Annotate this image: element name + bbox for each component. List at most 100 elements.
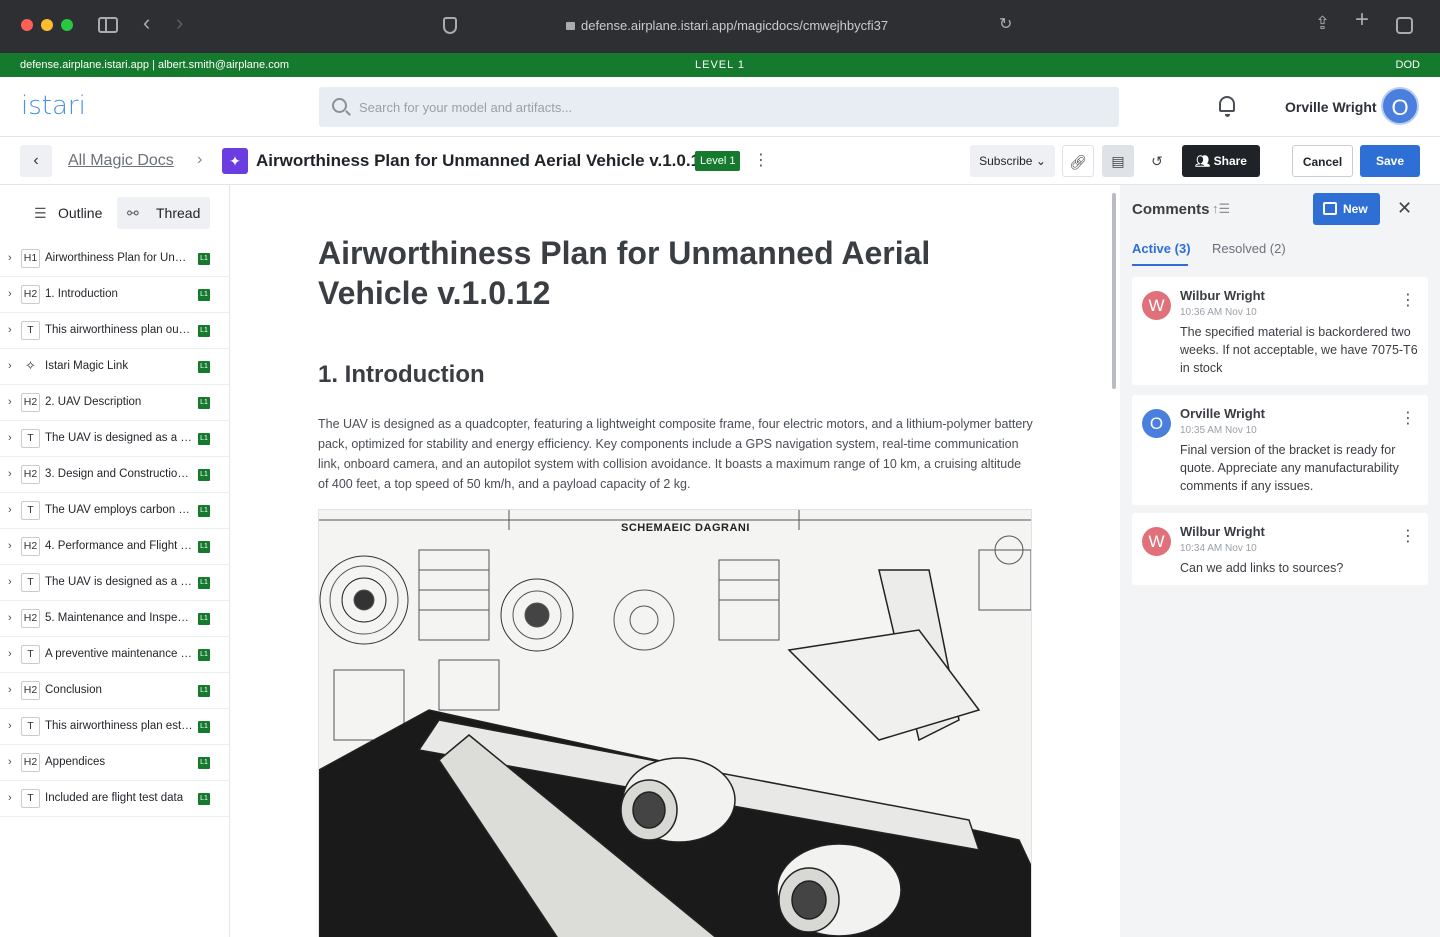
- close-icon[interactable]: ✕: [1397, 198, 1412, 219]
- comment-more-icon[interactable]: ⋮: [1400, 293, 1416, 309]
- outline-item[interactable]: › H2 3. Design and Construction Standards L…: [0, 457, 229, 493]
- chevron-right-icon[interactable]: ›: [8, 468, 12, 480]
- close-window-button[interactable]: [21, 19, 33, 31]
- comment-card[interactable]: O Orville Wright 10:35 AM Nov 10 Final vers…: [1132, 395, 1428, 505]
- copy-link-button[interactable]: 🔗︎: [1062, 145, 1094, 177]
- outline-item[interactable]: › ✧ Istari Magic Link L1: [0, 349, 229, 385]
- sidebar-toggle-icon[interactable]: [98, 17, 118, 33]
- shield-icon[interactable]: [443, 17, 457, 34]
- chevron-right-icon[interactable]: ›: [8, 288, 12, 300]
- chevron-right-icon[interactable]: ›: [8, 684, 12, 696]
- share-icon[interactable]: ⇪: [1315, 14, 1330, 32]
- outline-item[interactable]: › H2 1. Introduction L1: [0, 277, 229, 313]
- comment-more-icon[interactable]: ⋮: [1400, 411, 1416, 427]
- subscribe-dropdown[interactable]: Subscribe ⌄: [970, 145, 1055, 177]
- comment-card[interactable]: W Wilbur Wright 10:34 AM Nov 10 Can we add …: [1132, 513, 1428, 585]
- outline-item[interactable]: › T The UAV employs carbon fiber L1: [0, 493, 229, 529]
- chevron-right-icon[interactable]: ›: [8, 792, 12, 804]
- chevron-right-icon[interactable]: ›: [8, 324, 12, 336]
- istari-logo[interactable]: istari: [21, 91, 86, 121]
- search-bar[interactable]: [319, 87, 1119, 127]
- chevron-right-icon[interactable]: ›: [8, 504, 12, 516]
- sort-icon[interactable]: ↑☰: [1212, 201, 1230, 217]
- minimize-window-button[interactable]: [41, 19, 53, 31]
- outline-item[interactable]: › T The UAV is designed as a quadcopter L1: [0, 421, 229, 457]
- outline-item[interactable]: › H2 5. Maintenance and Inspection L1: [0, 601, 229, 637]
- url-text: defense.airplane.istari.app/magicdocs/cm…: [581, 18, 889, 33]
- outline-item-label: The UAV is designed as a quadcopter: [45, 432, 193, 444]
- tab-overview-icon[interactable]: [1396, 17, 1413, 34]
- search-icon: [332, 98, 347, 113]
- outline-item[interactable]: › T This airworthiness plan establishes L1: [0, 709, 229, 745]
- chevron-right-icon[interactable]: ›: [8, 540, 12, 552]
- breadcrumb-all-magic-docs[interactable]: All Magic Docs: [68, 152, 174, 170]
- chevron-right-icon[interactable]: ›: [8, 360, 12, 372]
- level-marker: L1: [198, 433, 210, 445]
- browser-back-icon[interactable]: ‹: [143, 12, 150, 34]
- chevron-right-icon[interactable]: ›: [8, 720, 12, 732]
- tab-active-comments[interactable]: Active (3): [1132, 241, 1191, 266]
- comment-text: The specified material is backordered tw…: [1180, 325, 1418, 375]
- tab-outline[interactable]: ☰ Outline: [28, 197, 110, 229]
- outline-item-label: 4. Performance and Flight Testing: [45, 540, 193, 552]
- browser-forward-icon[interactable]: ›: [176, 12, 183, 34]
- reload-icon[interactable]: ↻: [999, 16, 1012, 34]
- level-marker: L1: [198, 649, 210, 661]
- chevron-down-icon: ⌄: [1035, 154, 1046, 168]
- user-name[interactable]: Orville Wright: [1285, 99, 1377, 115]
- level-marker: L1: [198, 577, 210, 589]
- outline-item[interactable]: › H2 4. Performance and Flight Testing L1: [0, 529, 229, 565]
- level-marker: L1: [198, 469, 210, 481]
- address-bar[interactable]: defense.airplane.istari.app/magicdocs/cm…: [566, 18, 888, 33]
- tab-thread-label: Thread: [156, 205, 201, 221]
- new-comment-button[interactable]: New: [1313, 193, 1380, 225]
- chevron-right-icon[interactable]: ›: [8, 612, 12, 624]
- outline-item[interactable]: › H2 2. UAV Description L1: [0, 385, 229, 421]
- outline-item-label: Included are flight test data: [45, 792, 184, 804]
- tab-outline-label: Outline: [58, 205, 103, 221]
- new-tab-icon[interactable]: +: [1355, 8, 1369, 32]
- chevron-right-icon[interactable]: ›: [8, 648, 12, 660]
- chevron-right-icon[interactable]: ›: [8, 396, 12, 408]
- outline-item[interactable]: › H2 Conclusion L1: [0, 673, 229, 709]
- cancel-button[interactable]: Cancel: [1292, 145, 1353, 177]
- comment-author: Wilbur Wright: [1180, 288, 1265, 303]
- notification-bell-icon[interactable]: [1219, 96, 1235, 117]
- outline-item[interactable]: › T This airworthiness plan outlines L1: [0, 313, 229, 349]
- chevron-right-icon[interactable]: ›: [8, 432, 12, 444]
- block-type-tag: H2: [21, 681, 40, 700]
- classification-banner: defense.airplane.istari.app | albert.smi…: [0, 53, 1440, 77]
- document-more-icon[interactable]: ⋮: [753, 153, 769, 169]
- maximize-window-button[interactable]: [61, 19, 73, 31]
- chevron-right-icon[interactable]: ›: [8, 576, 12, 588]
- section-heading: 1. Introduction: [318, 361, 485, 388]
- comment-more-icon[interactable]: ⋮: [1400, 529, 1416, 545]
- level-marker: L1: [198, 721, 210, 733]
- search-input[interactable]: [359, 87, 1099, 127]
- block-type-tag: T: [21, 501, 40, 520]
- outline-item[interactable]: › T A preventive maintenance schedule L1: [0, 637, 229, 673]
- content-scrollbar[interactable]: [1112, 193, 1116, 389]
- history-button[interactable]: ↺: [1141, 145, 1173, 177]
- comment-timestamp: 10:34 AM Nov 10: [1180, 543, 1257, 554]
- outline-item[interactable]: › H1 Airworthiness Plan for Unmanned Aeria…: [0, 241, 229, 277]
- comment-card[interactable]: W Wilbur Wright 10:36 AM Nov 10 The specifi…: [1132, 277, 1428, 385]
- outline-item[interactable]: › T The UAV is designed as a quadcopter L1: [0, 565, 229, 601]
- chevron-right-icon[interactable]: ›: [8, 756, 12, 768]
- comment-avatar: W: [1142, 527, 1171, 556]
- share-label: Share: [1213, 154, 1247, 168]
- back-button[interactable]: ‹: [20, 145, 52, 177]
- save-button[interactable]: Save: [1360, 145, 1420, 177]
- document-toolbar: ‹ All Magic Docs › ✦ Airworthiness Plan …: [0, 137, 1440, 185]
- tab-resolved-comments[interactable]: Resolved (2): [1212, 241, 1286, 256]
- level-marker: L1: [198, 793, 210, 805]
- chevron-right-icon[interactable]: ›: [8, 252, 12, 264]
- share-button[interactable]: 👥︎ Share: [1182, 145, 1260, 177]
- outline-item[interactable]: › T Included are flight test data L1: [0, 781, 229, 817]
- user-avatar[interactable]: O: [1381, 87, 1419, 125]
- outline-item-label: Istari Magic Link: [45, 360, 129, 372]
- comments-toggle-button[interactable]: ▤: [1102, 145, 1134, 177]
- outline-item[interactable]: › H2 Appendices L1: [0, 745, 229, 781]
- block-type-tag: T: [21, 321, 40, 340]
- tab-thread[interactable]: ⚯ Thread: [117, 197, 210, 229]
